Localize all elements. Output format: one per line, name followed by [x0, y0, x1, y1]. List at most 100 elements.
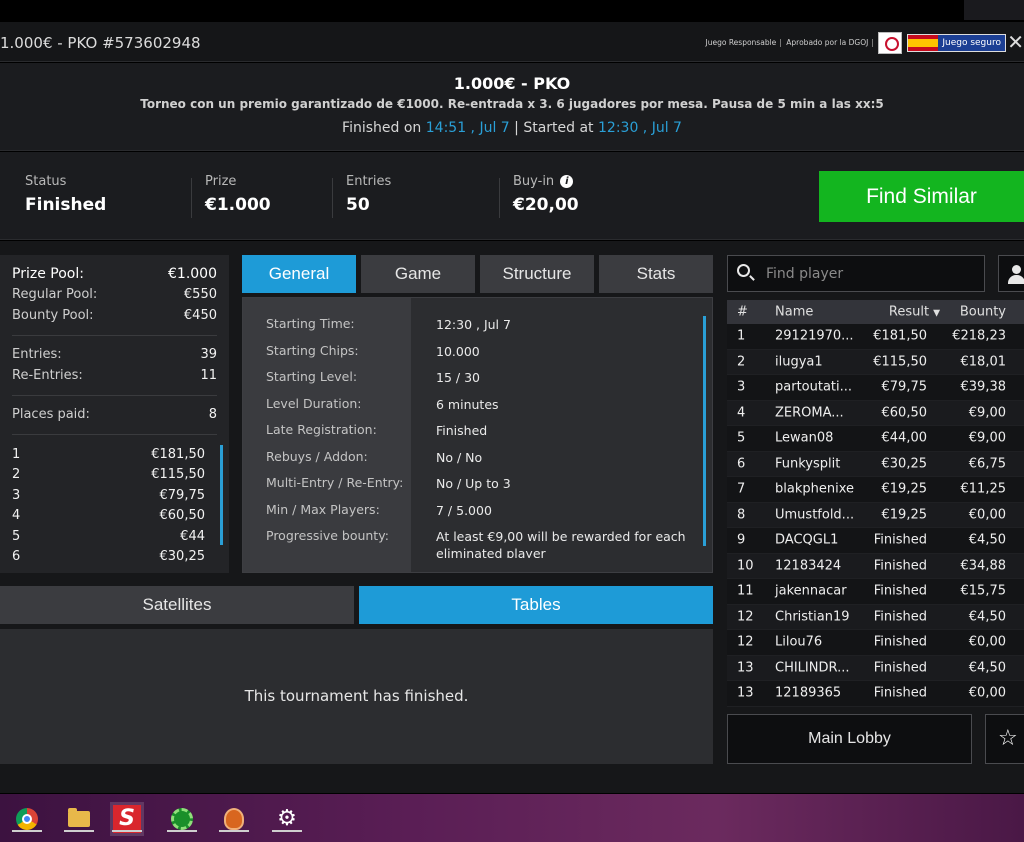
star-icon[interactable]: ☆: [985, 714, 1024, 764]
table-row[interactable]: 6 Funkysplit €30,25 €6,75: [727, 451, 1024, 477]
player-result: €115,50: [873, 354, 927, 370]
player-bounty: €6,75: [968, 456, 1006, 472]
tournament-times: Finished on 14:51 , Jul 7 | Started at 1…: [0, 120, 1024, 136]
player-bounty: €0,00: [968, 507, 1006, 523]
glove-icon[interactable]: [217, 802, 251, 836]
table-row[interactable]: 13 CHILINDR... Finished €4,50: [727, 655, 1024, 681]
general-value: At least €9,00 will be rewarded for each…: [436, 529, 686, 558]
player-name: ilugya1: [775, 354, 823, 370]
table-row[interactable]: 13 12189365 Finished €0,00: [727, 681, 1024, 707]
general-row: Rebuys / Addon: No / No: [243, 448, 712, 476]
payout-scrollbar[interactable]: [220, 445, 223, 545]
player-rank: 6: [737, 456, 746, 472]
general-value: 12:30 , Jul 7: [436, 317, 511, 332]
table-row[interactable]: 12 Christian19 Finished €4,50: [727, 604, 1024, 630]
table-row[interactable]: 2 ilugya1 €115,50 €18,01: [727, 349, 1024, 375]
reentries-row: Re-Entries: 11: [12, 365, 217, 386]
player-name: partoutati...: [775, 379, 853, 395]
general-scrollbar[interactable]: [703, 316, 706, 546]
player-rank: 2: [737, 354, 746, 370]
tab-structure[interactable]: Structure: [480, 255, 594, 293]
general-label: Rebuys / Addon:: [266, 448, 368, 464]
divider: [12, 394, 217, 396]
tab-satellites[interactable]: Satellites: [0, 586, 354, 624]
payout-row: 5 €44: [12, 526, 217, 547]
finished-time: 14:51 , Jul 7: [425, 120, 510, 136]
tab-general[interactable]: General: [242, 255, 356, 293]
player-rank: 9: [737, 532, 746, 548]
player-rank: 11: [737, 583, 754, 599]
taskbar-indicator: [219, 830, 249, 832]
header-name[interactable]: Name: [775, 305, 813, 320]
tab-game[interactable]: Game: [361, 255, 475, 293]
chrome-icon[interactable]: [10, 802, 44, 836]
player-search[interactable]: [727, 255, 985, 292]
player-result: €30,25: [881, 456, 928, 472]
table-row[interactable]: 11 jakennacar Finished €15,75: [727, 579, 1024, 605]
header-result-label: Result: [888, 304, 930, 320]
table-row[interactable]: 10 12183424 Finished €34,88: [727, 553, 1024, 579]
main-lobby-button[interactable]: Main Lobby: [727, 714, 972, 764]
regular-pool-label: Regular Pool:: [12, 287, 98, 303]
file-explorer-icon[interactable]: [62, 802, 96, 836]
juego-seguro-logo: Juego seguro: [907, 34, 1006, 52]
player-rank: 13: [737, 685, 754, 701]
user-icon-body: [1008, 275, 1024, 284]
close-icon[interactable]: ✕: [1007, 30, 1024, 54]
stat-prize: Prize €1.000: [205, 174, 271, 215]
glove-logo: [224, 808, 244, 830]
player-result: €19,25: [881, 507, 928, 523]
settings-icon[interactable]: ⚙: [270, 802, 304, 836]
lower-tabs: Satellites Tables: [0, 586, 713, 624]
general-value: 10.000: [436, 343, 480, 359]
general-value: 6 minutes: [436, 396, 499, 412]
table-row[interactable]: 12 Lilou76 Finished €0,00: [727, 630, 1024, 656]
header-rank[interactable]: #: [737, 305, 748, 320]
buyin-label-text: Buy-in: [513, 174, 555, 189]
stat-prize-value: €1.000: [205, 195, 271, 215]
general-value: No / No: [436, 449, 483, 465]
search-input[interactable]: [766, 263, 976, 285]
tab-tables[interactable]: Tables: [359, 586, 713, 624]
top-bar-edge: [964, 0, 1024, 20]
payout-amount: €181,50: [151, 446, 205, 462]
player-name: jakennacar: [775, 583, 847, 599]
player-bounty: €9,00: [968, 430, 1006, 446]
poker-chip-icon[interactable]: [165, 802, 199, 836]
general-label: Progressive bounty:: [266, 528, 389, 543]
header-bounty[interactable]: Bounty: [960, 305, 1006, 320]
table-row[interactable]: 3 partoutati... €79,75 €39,38: [727, 375, 1024, 401]
find-similar-button[interactable]: Find Similar: [819, 171, 1024, 222]
players-button[interactable]: [998, 255, 1024, 292]
player-rank: 12: [737, 634, 754, 650]
finished-message: This tournament has finished.: [0, 629, 713, 764]
general-label: Late Registration:: [266, 422, 377, 437]
regular-pool-value: €550: [183, 287, 217, 303]
table-row[interactable]: 7 blakphenixe €19,25 €11,25: [727, 477, 1024, 503]
prize-panel: Prize Pool: €1.000 Regular Pool: €550 Boun…: [0, 255, 229, 573]
regular-pool-row: Regular Pool: €550: [12, 285, 217, 306]
reentries-label: Re-Entries:: [12, 367, 83, 383]
table-row[interactable]: 4 ZEROMA... €60,50 €9,00: [727, 400, 1024, 426]
tab-stats[interactable]: Stats: [599, 255, 713, 293]
players-body: 1 29121970... €181,50 €218,23 2 ilugya1 €115,…: [727, 324, 1024, 707]
player-name: 12183424: [775, 558, 842, 574]
table-row[interactable]: 5 Lewan08 €44,00 €9,00: [727, 426, 1024, 452]
player-result: €44,00: [881, 430, 928, 446]
stat-entries-label: Entries: [346, 174, 392, 189]
player-bounty: €0,00: [968, 685, 1006, 701]
stat-status-value: Finished: [25, 195, 107, 215]
player-rank: 7: [737, 481, 746, 497]
header-result[interactable]: Result ▼: [889, 305, 940, 320]
player-bounty: €4,50: [968, 609, 1006, 625]
aprobado-dgoj-logo: Aprobado por la DGOJ: [786, 39, 874, 47]
poker-client-icon[interactable]: S: [110, 802, 144, 836]
table-row[interactable]: 8 Umustfold... €19,25 €0,00: [727, 502, 1024, 528]
info-icon[interactable]: i: [560, 175, 574, 188]
table-row[interactable]: 1 29121970... €181,50 €218,23: [727, 324, 1024, 350]
player-result: Finished: [873, 660, 927, 676]
player-name: Umustfold...: [775, 507, 855, 523]
payout-row: 1 €181,50: [12, 444, 217, 465]
table-row[interactable]: 9 DACQGL1 Finished €4,50: [727, 528, 1024, 554]
chrome-logo: [16, 808, 38, 830]
